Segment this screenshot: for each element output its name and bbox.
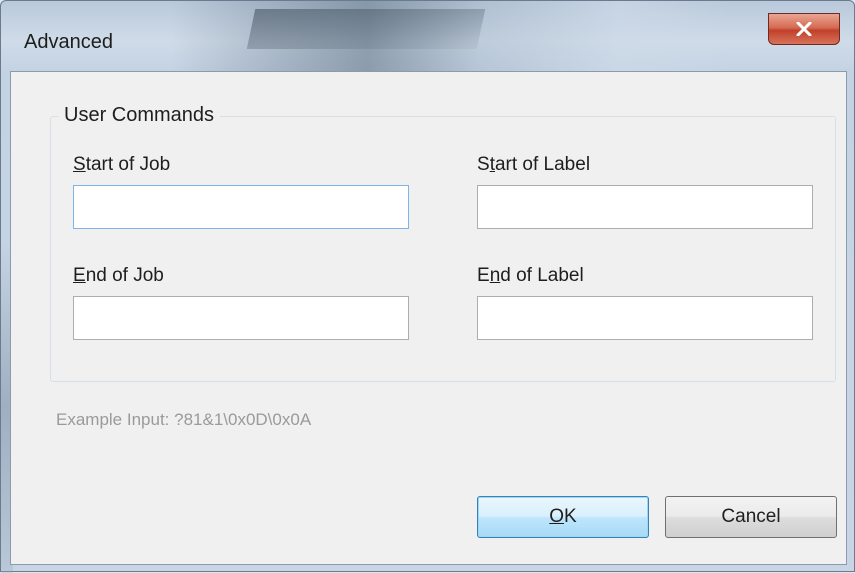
dialog-client-area: User Commands Start of Job Start of Labe… — [10, 71, 847, 565]
end-of-label-input[interactable] — [477, 296, 813, 340]
example-input-hint: Example Input: ?81&1\0x0D\0x0A — [56, 410, 312, 429]
end-of-label-label: End of Label — [477, 265, 584, 286]
frame-glass-shadow — [246, 9, 486, 49]
close-icon — [796, 22, 812, 36]
cancel-button[interactable]: Cancel — [665, 496, 837, 538]
start-of-label-input[interactable] — [477, 185, 813, 229]
end-of-job-label: End of Job — [73, 265, 164, 286]
window-title: Advanced — [24, 31, 113, 53]
end-of-job-input[interactable] — [73, 296, 409, 340]
ok-button[interactable]: OK — [477, 496, 649, 538]
group-title: User Commands — [58, 104, 221, 127]
start-of-job-input[interactable] — [73, 185, 409, 229]
advanced-dialog: Advanced User Commands Start of Job Star… — [0, 0, 855, 573]
start-of-label-label: Start of Label — [477, 154, 591, 175]
start-of-job-label: Start of Job — [73, 154, 171, 175]
close-button[interactable] — [768, 13, 840, 45]
